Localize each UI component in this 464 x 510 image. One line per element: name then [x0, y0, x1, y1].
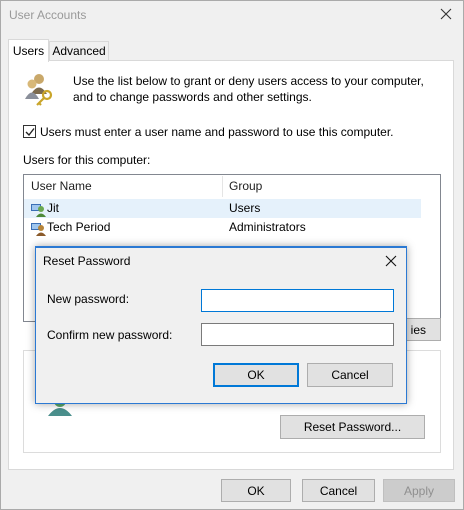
- new-password-input[interactable]: [202, 290, 393, 311]
- dialog-cancel-button[interactable]: Cancel: [307, 363, 393, 387]
- intro-line-2: and to change passwords and other settin…: [73, 90, 312, 104]
- users-keys-icon: [22, 72, 56, 106]
- tab-advanced[interactable]: Advanced: [49, 41, 109, 60]
- admin-user-icon: [30, 220, 46, 239]
- close-icon: [440, 8, 452, 20]
- properties-button-label: ies: [410, 322, 426, 337]
- confirm-password-label: Confirm new password:: [47, 328, 173, 342]
- column-header-group[interactable]: Group: [229, 176, 262, 197]
- confirm-password-input[interactable]: [202, 324, 393, 345]
- require-login-label[interactable]: Users must enter a user name and passwor…: [40, 125, 394, 139]
- confirm-password-field[interactable]: [201, 323, 394, 346]
- window-title: User Accounts: [9, 8, 87, 22]
- column-separator[interactable]: [222, 176, 223, 197]
- users-for-computer-label: Users for this computer:: [23, 153, 151, 167]
- require-login-checkbox[interactable]: [23, 125, 36, 138]
- apply-button: Apply: [383, 479, 455, 502]
- new-password-field[interactable]: [201, 289, 394, 312]
- user-group-cell: Administrators: [229, 220, 306, 234]
- cancel-button[interactable]: Cancel: [302, 479, 375, 502]
- user-name-cell: Jit: [47, 201, 59, 215]
- tab-users[interactable]: Users: [8, 39, 49, 62]
- dialog-title-bar-edge: [36, 247, 406, 248]
- intro-line-1: Use the list below to grant or deny user…: [73, 74, 424, 88]
- window-close-button[interactable]: [437, 5, 455, 23]
- user-name-cell: Tech Period: [47, 220, 111, 234]
- user-group-cell: Users: [229, 201, 261, 215]
- ok-button[interactable]: OK: [221, 479, 291, 502]
- reset-password-button[interactable]: Reset Password...: [280, 415, 425, 439]
- intro-text: Use the list below to grant or deny user…: [73, 73, 433, 105]
- dialog-ok-button[interactable]: OK: [213, 363, 299, 387]
- checkmark-icon: [25, 127, 35, 136]
- column-header-user-name[interactable]: User Name: [31, 176, 92, 197]
- dialog-close-button[interactable]: [381, 251, 401, 271]
- close-icon: [385, 255, 397, 267]
- table-row[interactable]: [24, 199, 421, 218]
- new-password-label: New password:: [47, 292, 130, 306]
- dialog-title: Reset Password: [43, 254, 131, 268]
